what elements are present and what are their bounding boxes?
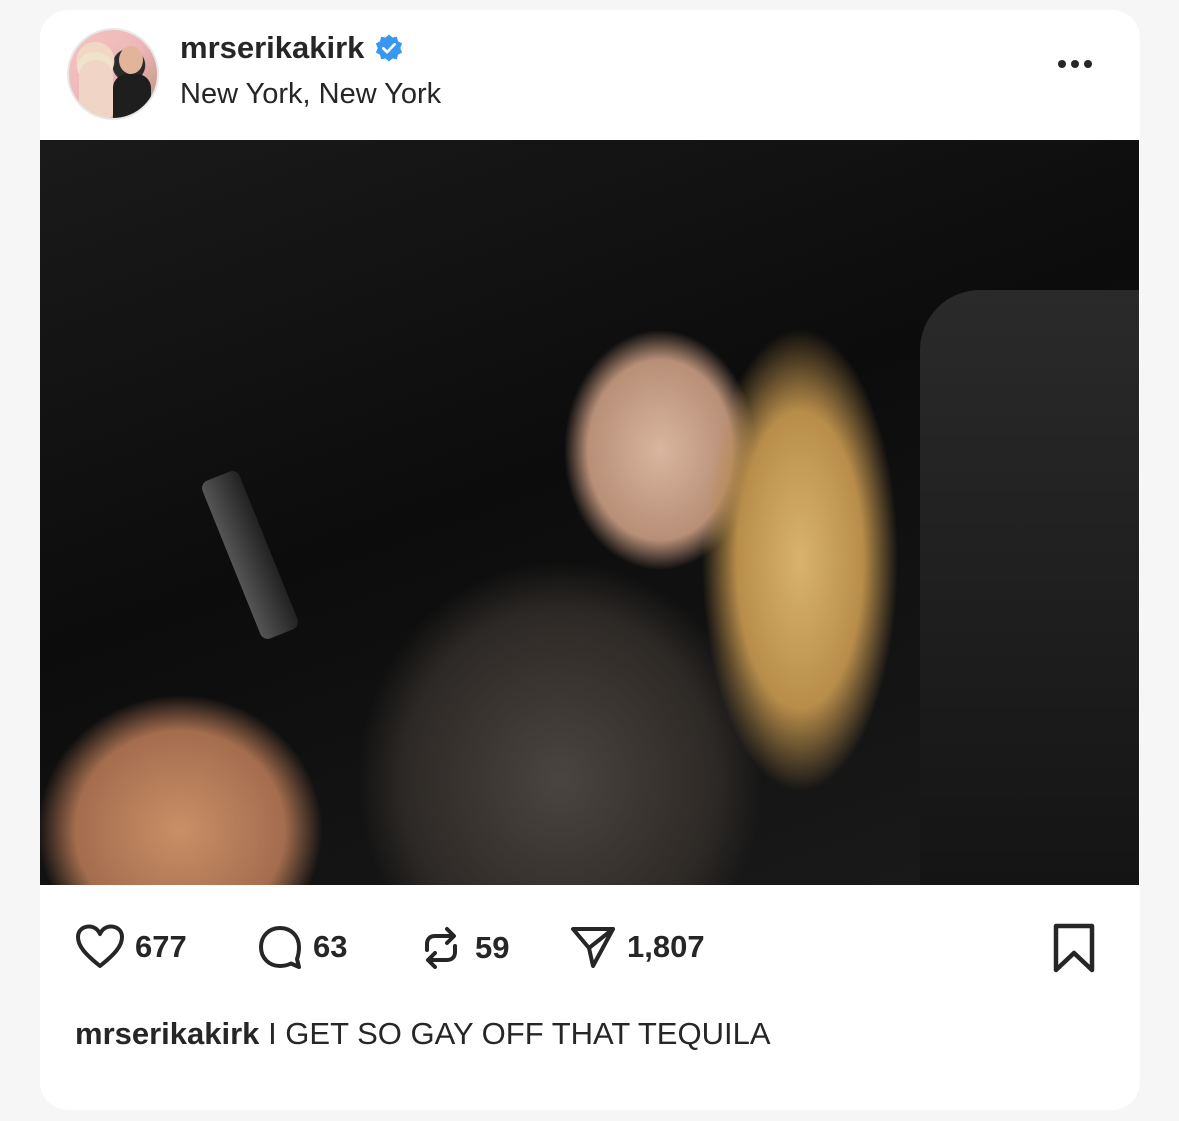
avatar-figure-left [79, 60, 113, 118]
heart-icon [76, 924, 124, 968]
send-icon [571, 927, 615, 968]
photo-car-seat [920, 290, 1139, 885]
more-options-icon[interactable] [1058, 60, 1092, 68]
post-header: mrserikakirk [180, 30, 404, 66]
profile-avatar[interactable] [67, 28, 159, 120]
post-image[interactable] [40, 140, 1139, 885]
avatar-figure-head [119, 46, 143, 74]
save-button[interactable] [1052, 922, 1096, 979]
location-link[interactable]: New York, New York [180, 78, 441, 111]
photo-phone [199, 468, 301, 642]
repost-count: 59 [475, 930, 510, 965]
repost-button[interactable]: 59 [417, 924, 509, 972]
caption-username[interactable]: mrserikakirk [75, 1016, 259, 1051]
share-count: 1,807 [627, 929, 705, 964]
more-dot [1084, 60, 1092, 68]
action-bar: 677 63 59 1,807 [75, 924, 1119, 980]
like-button[interactable]: 677 [75, 924, 187, 970]
username-link[interactable]: mrserikakirk [180, 30, 364, 66]
comment-button[interactable]: 63 [257, 924, 347, 970]
avatar-figure-right [113, 74, 151, 118]
share-button[interactable]: 1,807 [569, 924, 705, 970]
more-dot [1071, 60, 1079, 68]
verified-badge-icon [376, 34, 403, 62]
repost-icon [425, 927, 457, 969]
like-count: 677 [135, 929, 187, 964]
bookmark-icon [1053, 923, 1095, 973]
comment-icon [259, 926, 301, 969]
caption-text: I GET SO GAY OFF THAT TEQUILA [268, 1016, 771, 1051]
post-caption: mrserikakirk I GET SO GAY OFF THAT TEQUI… [75, 1016, 771, 1052]
more-dot [1058, 60, 1066, 68]
comment-count: 63 [313, 929, 348, 964]
